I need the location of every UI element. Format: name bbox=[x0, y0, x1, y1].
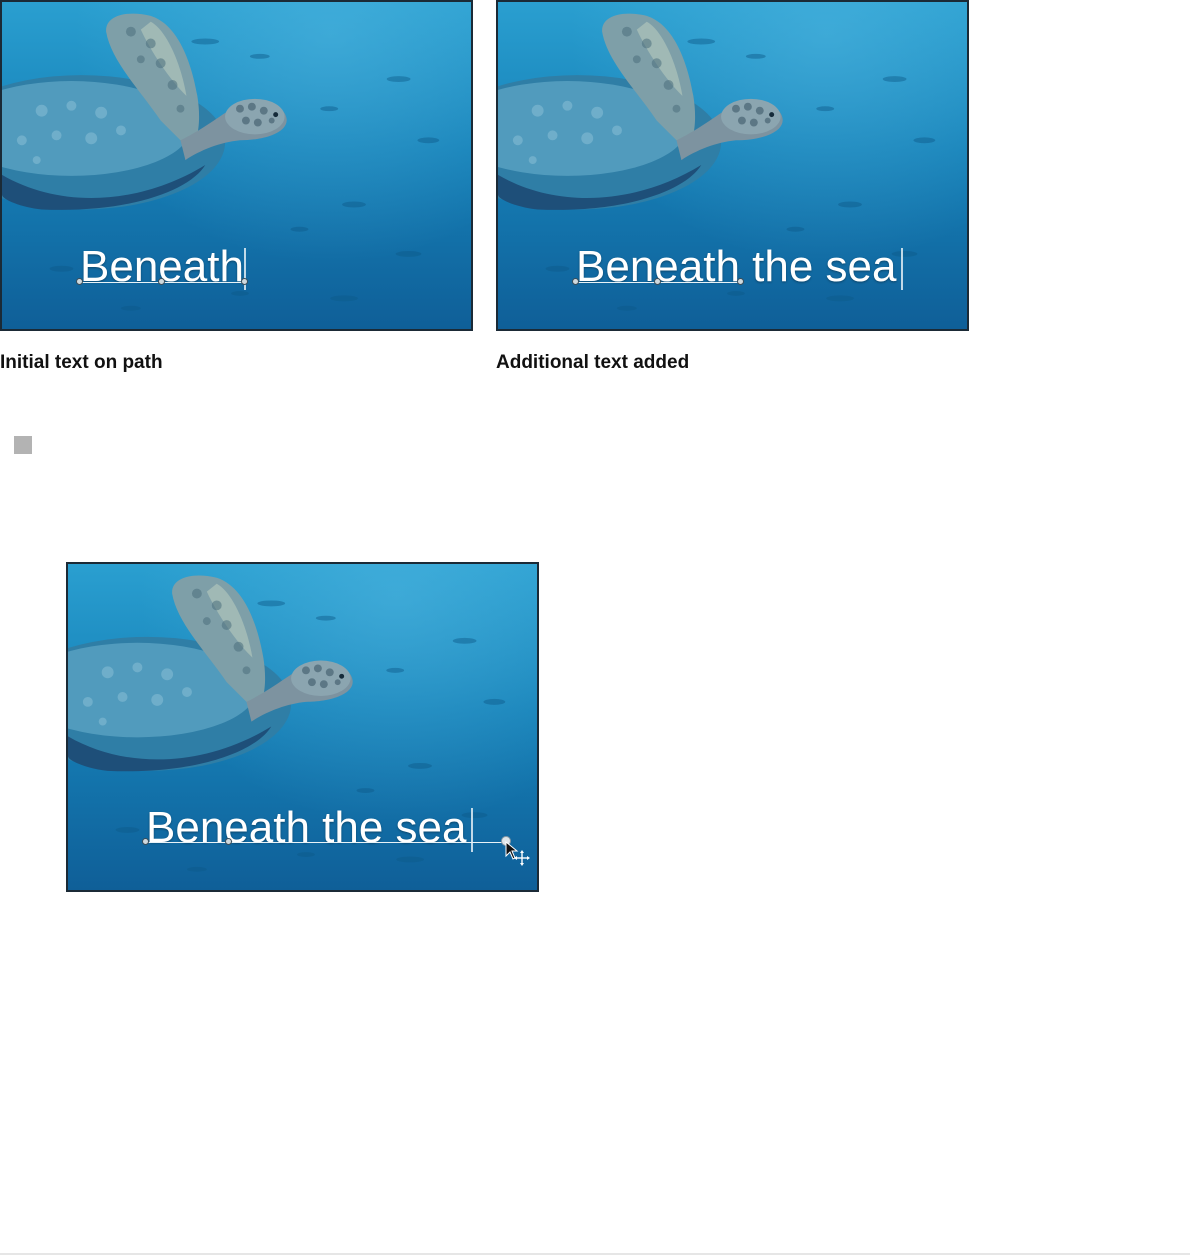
path-control-point[interactable] bbox=[158, 278, 165, 285]
path-control-point[interactable] bbox=[737, 278, 744, 285]
path-control-point[interactable] bbox=[76, 278, 83, 285]
figure-additional-text: Beneath the sea bbox=[496, 0, 969, 331]
page-divider bbox=[0, 1253, 1190, 1255]
text-caret bbox=[471, 808, 473, 852]
path-control-point[interactable] bbox=[142, 838, 149, 845]
text-path-line bbox=[146, 842, 508, 843]
move-pointer-icon bbox=[505, 840, 530, 866]
figure-extended-path: Beneath the sea bbox=[66, 562, 539, 892]
path-control-point[interactable] bbox=[225, 838, 232, 845]
overlay-text: Beneath the sea bbox=[146, 803, 467, 852]
path-control-point[interactable] bbox=[572, 278, 579, 285]
figure-caption: Initial text on path bbox=[0, 352, 163, 373]
text-caret bbox=[901, 248, 903, 290]
figure-caption: Additional text added bbox=[496, 352, 690, 373]
path-control-point[interactable] bbox=[241, 278, 248, 285]
square-bullet-icon bbox=[14, 436, 32, 454]
figure-initial-text: Beneath bbox=[0, 0, 473, 331]
path-control-point[interactable] bbox=[654, 278, 661, 285]
